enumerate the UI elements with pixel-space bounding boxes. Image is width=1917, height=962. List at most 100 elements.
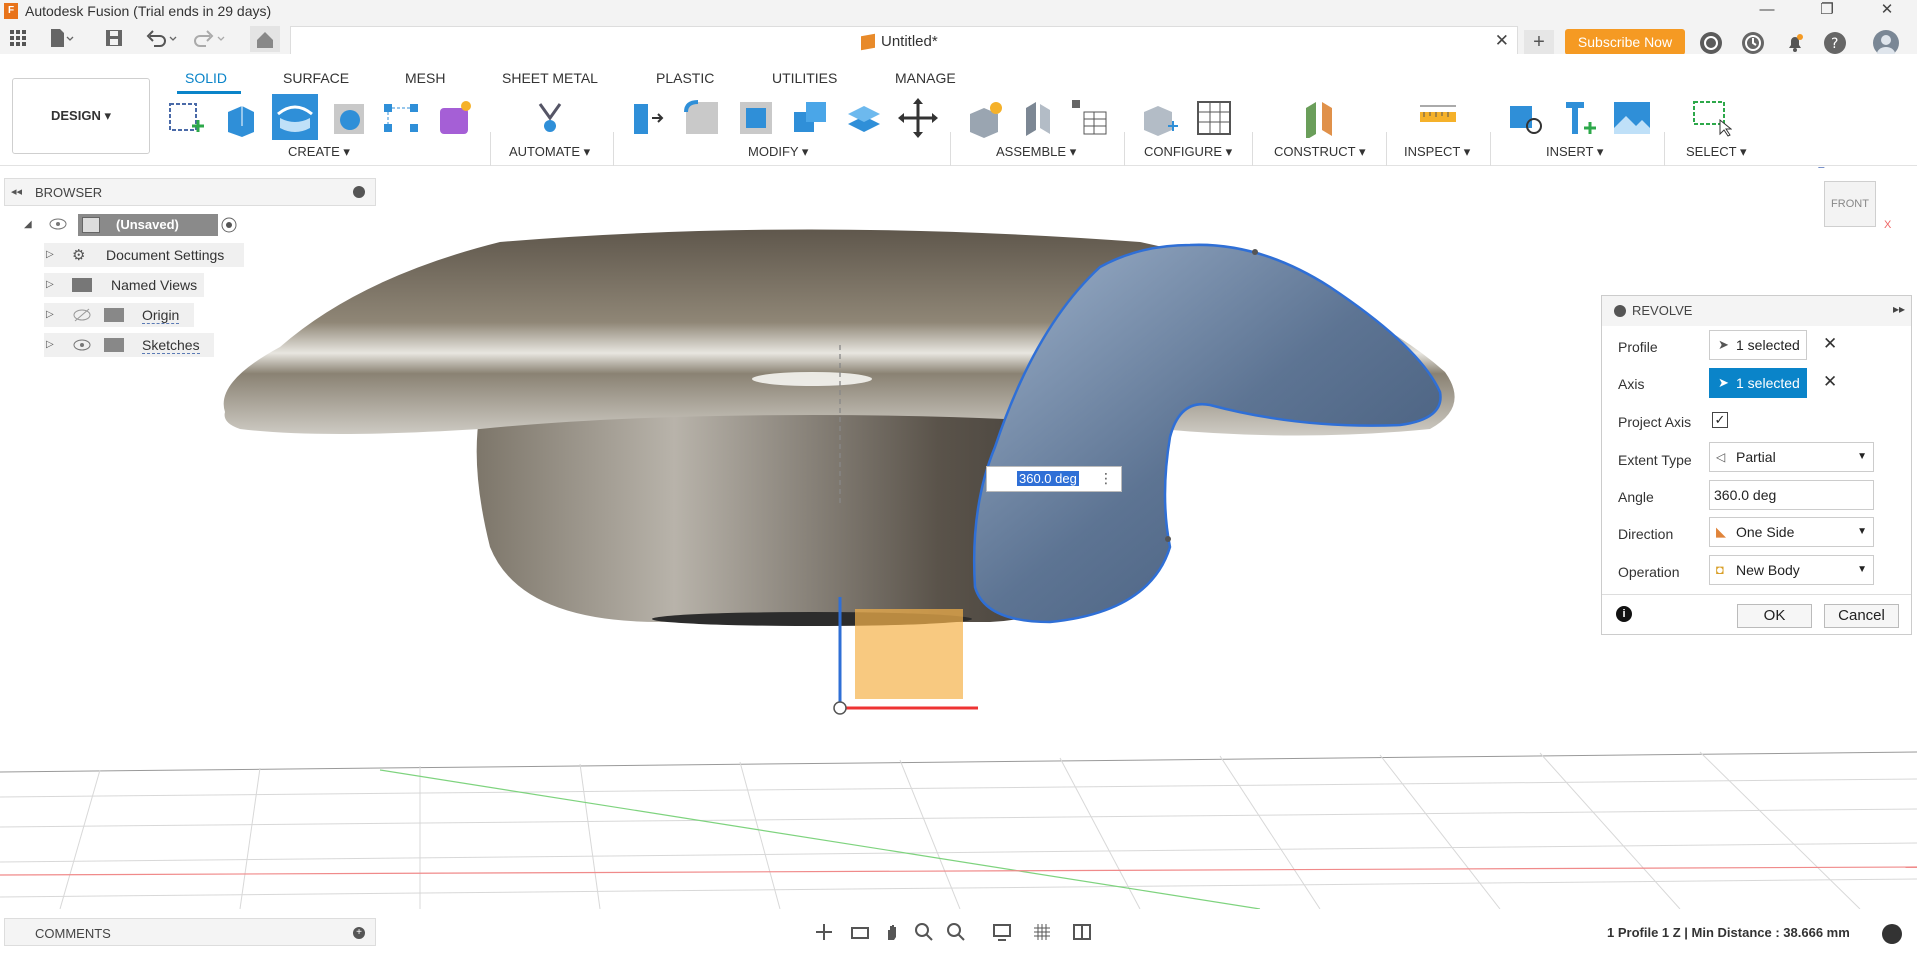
undo-icon[interactable] [146,28,180,48]
tab-untitled[interactable]: Untitled* ✕ [290,26,1518,56]
expand-icon[interactable]: ▷ [46,309,54,320]
tab-surface[interactable]: SURFACE [283,70,349,86]
collapse-browser-icon[interactable]: ◂◂ [11,185,22,198]
press-pull-icon[interactable] [628,98,668,138]
profile-selector[interactable]: ➤ 1 selected [1709,330,1807,360]
viewports-icon[interactable] [1072,922,1092,942]
browser-item-document-settings[interactable]: ▷ ⚙ Document Settings [44,243,244,267]
zoom-icon[interactable] [914,922,934,942]
sweep-icon[interactable] [330,98,370,138]
shell-icon[interactable] [736,98,776,138]
expand-icon[interactable]: ▷ [46,279,54,290]
tab-mesh[interactable]: MESH [405,70,445,86]
notifications-icon[interactable] [1784,32,1806,54]
job-status-icon[interactable] [1742,32,1764,54]
clear-profile-button[interactable]: ✕ [1823,334,1837,354]
home-icon[interactable] [250,26,280,52]
combine-icon[interactable] [790,98,830,138]
workspace-switcher[interactable]: DESIGN ▾ [12,78,150,154]
create-sketch-icon[interactable] [166,98,206,138]
status-indicator-icon[interactable] [1882,924,1902,944]
extensions-icon[interactable] [1700,32,1722,54]
extrude-icon[interactable] [220,98,260,138]
restore-button[interactable]: ❐ [1807,0,1847,22]
look-at-icon[interactable] [850,922,870,942]
offset-plane-icon[interactable] [1300,98,1340,140]
hidden-eye-icon[interactable] [72,308,92,325]
info-icon[interactable]: i [1616,606,1632,622]
grid-settings-icon[interactable] [1032,922,1052,942]
expand-root-icon[interactable]: ◢ [24,219,32,230]
clear-axis-button[interactable]: ✕ [1823,372,1837,392]
construct-group-label[interactable]: CONSTRUCT ▾ [1274,144,1366,160]
project-axis-checkbox[interactable]: ✓ [1712,412,1728,428]
zoom-window-icon[interactable] [946,922,966,942]
pan-hand-icon[interactable] [882,922,902,942]
extent-type-dropdown[interactable]: ◁ Partial ▼ [1709,442,1874,472]
select-group-label[interactable]: SELECT ▾ [1686,144,1746,160]
tab-plastic[interactable]: PLASTIC [656,70,714,86]
browser-item-named-views[interactable]: ▷ Named Views [44,273,204,297]
operation-dropdown[interactable]: ◘ New Body ▼ [1709,555,1874,585]
ok-button[interactable]: OK [1737,604,1812,628]
axis-selector[interactable]: ➤ 1 selected [1709,368,1807,398]
move-icon[interactable] [898,98,938,138]
browser-root-node[interactable]: ◢ (Unsaved) [20,213,237,237]
revolve-icon[interactable] [272,94,318,140]
expand-icon[interactable]: ▷ [46,249,54,260]
angle-input[interactable]: 360.0 deg [1709,480,1874,510]
modify-group-label[interactable]: MODIFY ▾ [748,144,808,160]
tab-solid[interactable]: SOLID [185,70,227,86]
pattern-icon[interactable] [382,98,422,138]
configure-group-label[interactable]: CONFIGURE ▾ [1144,144,1232,160]
expand-icon[interactable]: ▷ [46,339,54,350]
window-close-button[interactable]: ✕ [1867,0,1907,22]
visibility-eye-icon[interactable] [48,217,68,234]
display-settings-icon[interactable] [992,922,1012,942]
visibility-eye-icon[interactable] [72,338,92,355]
browser-item-sketches[interactable]: ▷ Sketches [44,333,214,357]
file-menu-icon[interactable] [48,28,74,48]
fillet-icon[interactable] [682,98,722,138]
form-icon[interactable] [434,98,474,138]
insert-group-label[interactable]: INSERT ▾ [1546,144,1603,160]
offset-face-icon[interactable] [844,98,884,138]
direction-dropdown[interactable]: ◣ One Side ▼ [1709,517,1874,547]
measure-icon[interactable] [1418,98,1458,138]
tab-manage[interactable]: MANAGE [895,70,956,86]
configuration-table-icon[interactable] [1194,98,1234,138]
assemble-group-label[interactable]: ASSEMBLE ▾ [996,144,1076,160]
view-cube-front-face[interactable]: FRONT [1824,181,1876,227]
automate-group-label[interactable]: AUTOMATE ▾ [509,144,590,160]
orbit-icon[interactable] [814,922,834,942]
expand-dialog-icon[interactable]: ▸▸ [1893,302,1905,316]
help-icon[interactable]: ? [1824,32,1846,54]
tab-sheet-metal[interactable]: SHEET METAL [502,70,598,86]
save-icon[interactable] [104,28,124,48]
revolve-dialog-header[interactable]: REVOLVE ▸▸ [1602,296,1911,326]
minimize-button[interactable]: — [1747,0,1787,22]
more-options-icon[interactable]: ⋮ [1099,470,1113,487]
new-tab-button[interactable]: + [1524,30,1554,56]
angle-inline-value[interactable]: 360.0 deg [1017,471,1079,486]
bill-of-materials-icon[interactable] [1070,98,1110,138]
add-comment-icon[interactable]: + [353,927,365,939]
select-window-icon[interactable] [1692,98,1733,138]
subscribe-button[interactable]: Subscribe Now [1565,29,1685,55]
cancel-button[interactable]: Cancel [1824,604,1899,628]
close-tab-button[interactable]: ✕ [1495,31,1509,51]
user-avatar[interactable] [1873,30,1899,56]
configure-icon[interactable] [1140,98,1180,138]
tab-utilities[interactable]: UTILITIES [772,70,837,86]
browser-panel-header[interactable]: ◂◂ BROWSER [4,178,376,206]
comments-panel[interactable]: COMMENTS + [4,918,376,946]
joint-icon[interactable] [1018,98,1058,138]
collapse-dialog-icon[interactable] [1614,305,1626,317]
inspect-group-label[interactable]: INSPECT ▾ [1404,144,1470,160]
insert-derive-icon[interactable] [1504,98,1544,138]
redo-icon[interactable] [194,28,228,48]
view-cube[interactable]: Z FRONT X [1818,167,1898,249]
app-grid-icon[interactable] [8,28,28,48]
browser-item-origin[interactable]: ▷ Origin [44,303,194,327]
insert-canvas-icon[interactable] [1612,98,1652,138]
